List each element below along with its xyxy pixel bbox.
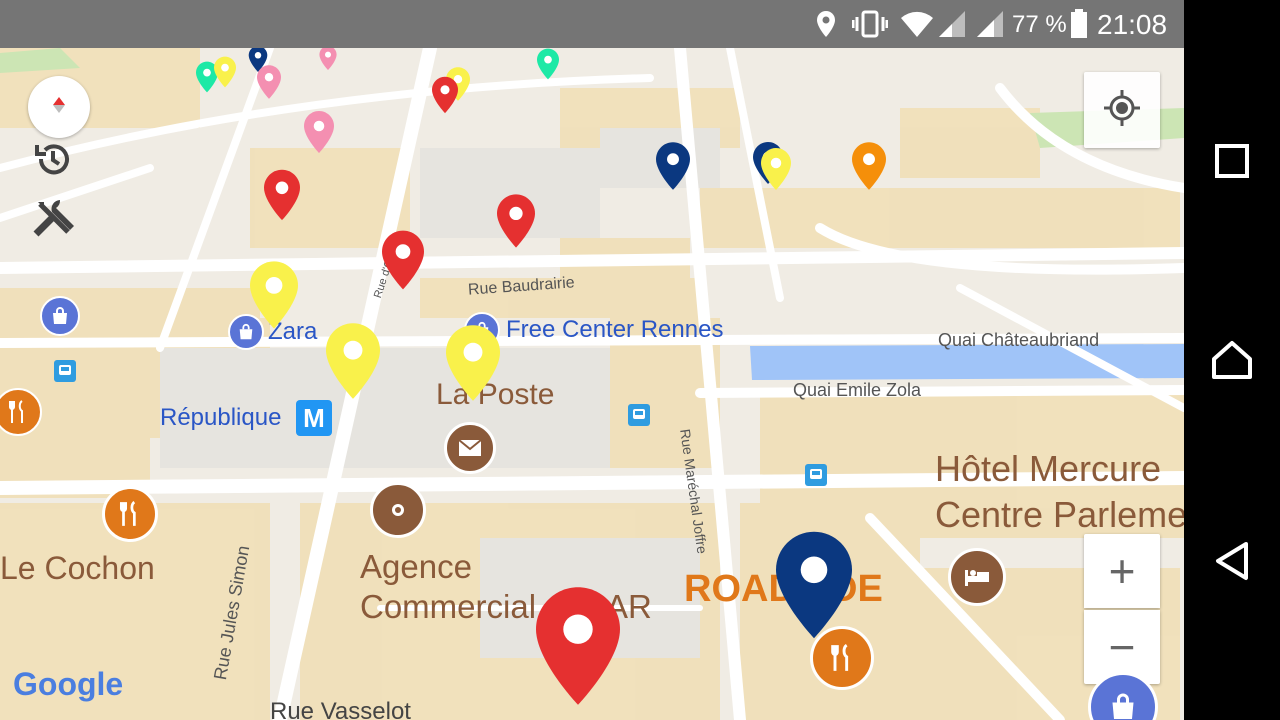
my-location-icon (1102, 88, 1142, 133)
map-pin-yellow[interactable] (250, 260, 298, 330)
map-pin-navy[interactable] (656, 142, 690, 190)
map-pin-red[interactable] (264, 168, 300, 222)
compass-button[interactable] (28, 76, 90, 138)
place-label-hotel-line2[interactable]: Centre Parleme (935, 494, 1184, 536)
map-pin-pink[interactable] (304, 110, 334, 154)
restaurant-icon[interactable] (102, 486, 158, 542)
signal-icon (976, 10, 1004, 43)
location-icon (815, 10, 837, 43)
battery-percent: 77 % (1012, 11, 1067, 38)
map-pin-red[interactable] (382, 228, 424, 292)
street-label: Rue Vasselot (270, 698, 411, 720)
map-pin-red[interactable] (536, 580, 620, 712)
place-label-agence-line2[interactable]: Commercial (360, 588, 536, 626)
street-label: Quai Châteaubriand (938, 330, 1100, 350)
map-pin-navy[interactable] (776, 526, 852, 644)
bus-stop-icon[interactable] (54, 360, 76, 382)
history-button[interactable] (28, 136, 78, 186)
mail-icon[interactable] (444, 422, 496, 474)
metro-icon[interactable]: M (296, 400, 332, 436)
back-button[interactable] (1184, 503, 1280, 623)
place-label-le-cochon[interactable]: Le Cochon (0, 550, 155, 587)
map-pin-orange[interactable] (852, 142, 886, 190)
map-pin-red[interactable] (497, 192, 535, 250)
map-pin-red[interactable] (432, 76, 458, 114)
bus-stop-icon[interactable] (628, 404, 650, 426)
back-icon (1214, 541, 1250, 586)
history-icon (31, 137, 75, 186)
google-attribution-logo: Google (13, 666, 124, 702)
place-label-republique[interactable]: République (160, 404, 281, 432)
map-pin-pink[interactable] (318, 48, 338, 70)
recents-button[interactable] (1184, 103, 1280, 223)
home-icon (1211, 339, 1253, 386)
hotel-icon[interactable] (948, 548, 1006, 606)
shopping-icon[interactable] (40, 296, 80, 336)
street-label: Quai Emile Zola (793, 380, 922, 400)
map-pin-yellow[interactable] (214, 56, 236, 88)
my-location-button[interactable] (1084, 72, 1160, 148)
map-pin-pink[interactable] (257, 64, 281, 100)
signal-icon (938, 10, 966, 43)
zoom-in-button[interactable]: + (1084, 534, 1160, 608)
bus-stop-icon[interactable] (805, 464, 827, 486)
map-pin-yellow[interactable] (446, 322, 500, 404)
map-view[interactable]: Rue Baudrairie Quai Châteaubriand Quai E… (0, 48, 1184, 720)
place-icon[interactable] (370, 482, 426, 538)
wifi-icon (900, 10, 934, 43)
map-pin-yellow[interactable] (761, 146, 791, 192)
map-pin-green[interactable] (537, 48, 559, 80)
place-label-free-center[interactable]: Free Center Rennes (506, 316, 723, 344)
compass-icon (49, 95, 69, 120)
wrench-tools-icon (30, 194, 76, 245)
place-label-hotel-line1[interactable]: Hôtel Mercure (935, 448, 1161, 490)
status-bar: 77 % 21:08 (0, 0, 1184, 48)
battery-icon (1070, 9, 1088, 44)
home-button[interactable] (1184, 302, 1280, 422)
recents-square-icon (1214, 143, 1250, 184)
tools-button[interactable] (28, 194, 78, 244)
clock: 21:08 (1097, 9, 1168, 40)
place-label-agence-line1[interactable]: Agence (360, 548, 472, 586)
map-pin-yellow[interactable] (326, 320, 380, 402)
navigation-bar (1184, 0, 1280, 720)
vibrate-icon (851, 10, 889, 43)
